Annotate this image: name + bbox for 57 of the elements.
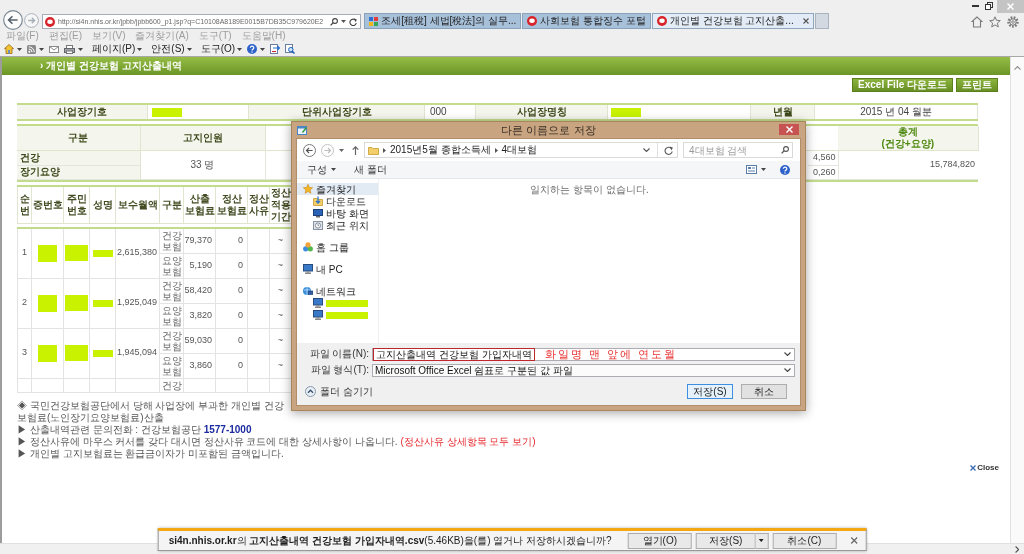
table-cell: 59,030 [183,328,216,353]
file-name-value: 고지산출내역 건강보험 가입자내역 [373,347,535,361]
table-cell: 2 [17,278,32,328]
table-cell: 1,925,049 [115,278,160,328]
table-cell: 요양 보험 [159,353,184,378]
table-cell: 3,820 [183,303,216,328]
note-text: ▶ 산출내역관련 문의전화 : 건강보험공단 1577-1000 [17,423,252,436]
table-cell: 4,560 [808,150,838,165]
table-cell: 1 [17,227,32,278]
column-header: 성명 [89,187,116,224]
table-cell: 요양 보험 [159,303,184,328]
table-cell: 5,190 [183,253,216,278]
note-text: ◈ 국민건강보험공단에서 당해 사업장에 부과한 개인별 건강보험료(노인장기요양보험료)산출 [17,399,285,424]
note-text: ▶ 정산사유에 마우스 커서를 갖다 대시면 정산사유 코드에 대한 상세사항이 나옵니다. [17,435,398,448]
field-label: 사업장명칭 [476,105,608,119]
table-cell: 3 [17,328,32,378]
table-cell: 0 [215,353,248,378]
table-cell: 0,260 [808,165,838,180]
column-header: 증번호 [31,187,64,224]
field-label: 파일 형식(T): [309,364,370,376]
field-value: 2015 년 04 월분 [815,105,978,119]
table-cell: 58,420 [183,278,216,303]
column-header: 정산 보험료 [215,187,248,224]
table-cell: 0 [215,253,248,278]
field-label: 파일 이름(N): [308,348,370,360]
table-cell: 1,945,094 [115,328,160,378]
column-header: 총계 (건강+요양) [838,126,978,151]
table-cell: 0 [215,303,248,328]
table-cell: 요양 보험 [159,253,184,278]
field-label: 사업장기호 [17,105,148,119]
column-header: 고지인원 [140,126,265,151]
page-title: › 개인별 건강보험 고지산출내역 [40,60,182,72]
column-header: 순 번 [17,187,32,224]
field-label: 년월 [751,105,815,119]
table-cell: 15,784,820 [838,150,978,180]
table-cell: 건강 [159,378,184,392]
column-header: 보수월액 [115,187,160,224]
column-header: 구분 [17,126,140,151]
column-header: 정산 사유 [247,187,270,224]
table-cell: 79,370 [183,227,216,253]
column-header: 구분 [159,187,184,224]
table-cell: 건강 보험 [159,278,184,303]
column-header: 산출 보험료 [183,187,216,224]
dialog-title: 다른 이름으로 저장 [501,123,596,137]
table-cell: 3,860 [183,353,216,378]
table-cell: 건강 보험 [159,227,184,253]
table-cell: 0 [215,227,248,253]
table-cell: 2,615,380 [115,227,160,278]
annotation-text: 화일명 맨 앞에 연도월 [544,348,677,360]
table-cell: 건강 보험 [159,328,184,353]
empty-message: 일치하는 항목이 없습니다. [530,184,649,196]
field-label: 단위사업장기호 [249,105,425,119]
table-cell: 0 [215,278,248,303]
column-header: 주민 번호 [63,187,90,224]
download-message: si4n.nhis.or.kr의 고지산출내역 건강보험 가입자내역.csv(5.46KB)을(를) 열거나 저장하시겠습니까? [168,534,612,547]
table-cell: 0 [215,328,248,353]
note-text: ▶ 개인별 고지보험료는 환급금이자가 미포함된 금액입니다. [17,447,284,460]
